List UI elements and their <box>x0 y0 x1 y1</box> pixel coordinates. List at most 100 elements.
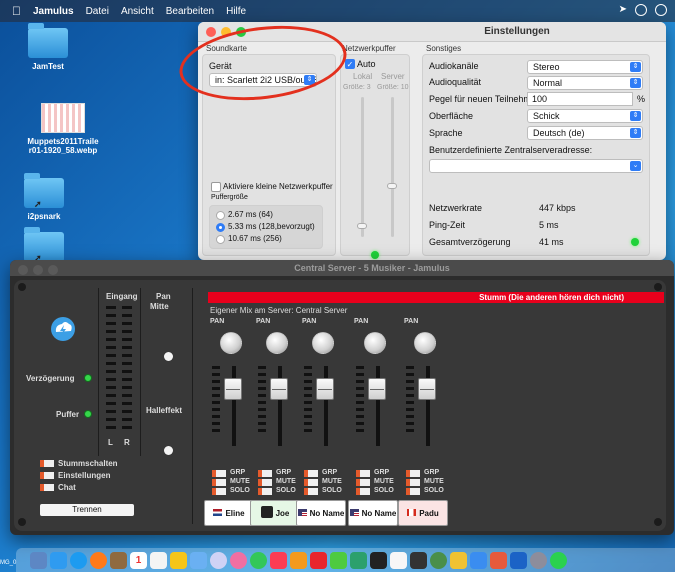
jamulus-titlebar[interactable]: Central Server - 5 Musiker - Jamulus <box>10 260 674 276</box>
sprache-select[interactable]: Deutsch (de) ⇕ <box>527 126 643 140</box>
trennen-button[interactable]: Trennen <box>40 504 134 516</box>
channel-level-meter <box>304 366 312 436</box>
terminal-icon[interactable] <box>370 551 387 569</box>
pen-icon[interactable] <box>330 551 347 569</box>
desktop-image-muppets[interactable]: Muppets2011Traile r01-1920_58.webp <box>13 103 113 155</box>
server-size-label: Größe: 10 <box>377 84 409 91</box>
netzwerkrate-label: Netzwerkrate <box>429 203 483 213</box>
server-slider-track[interactable] <box>391 97 394 237</box>
mute-label: MUTE <box>276 478 296 485</box>
netzwerkrate-value: 447 kbps <box>539 203 576 213</box>
channel-fader-thumb[interactable] <box>270 378 288 400</box>
folder-icon <box>28 23 68 58</box>
buffer-radio-group: 2.67 ms (64) 5.33 ms (128,bevorzugt) 10.… <box>209 205 323 249</box>
verzoegerung-led <box>84 374 92 382</box>
channel-fader-thumb[interactable] <box>368 378 386 400</box>
apple-menu-icon[interactable]:  <box>12 4 21 18</box>
channel-pan-knob[interactable] <box>414 332 436 354</box>
channel-pan-knob[interactable] <box>364 332 386 354</box>
clapper-icon[interactable] <box>450 551 467 569</box>
grp-label: GRP <box>276 469 292 476</box>
channel-fader-thumb[interactable] <box>418 378 436 400</box>
auto-checkbox[interactable]: ✓ <box>345 59 355 69</box>
channel-fader-thumb[interactable] <box>316 378 334 400</box>
lokal-slider-track[interactable] <box>361 97 364 237</box>
audiokanaele-select[interactable]: Stereo ⇕ <box>527 60 643 74</box>
wp-icon[interactable] <box>530 551 547 569</box>
photos-icon[interactable] <box>230 551 247 569</box>
appstore-icon[interactable] <box>470 551 487 569</box>
status-circle-icon[interactable] <box>635 4 647 16</box>
reminders-icon[interactable] <box>150 551 167 569</box>
lokal-slider-thumb[interactable] <box>357 223 367 229</box>
desktop-folder-i2psnark[interactable]: ➚ i2psnark <box>0 173 94 221</box>
desktop-item-label: i2psnark <box>27 212 61 221</box>
stickies-icon[interactable] <box>170 551 187 569</box>
buffer-128-radio[interactable] <box>216 223 225 232</box>
folder-alias-icon: ➚ <box>24 227 64 263</box>
calculator-icon[interactable] <box>410 551 427 569</box>
notes-icon[interactable] <box>110 551 127 569</box>
input-pan-slider[interactable] <box>164 352 173 361</box>
image-thumbnail-icon <box>41 103 85 133</box>
group-netzwerkpuffer-label: Netzwerkpuffer <box>342 44 396 53</box>
channel-strip: PAN GRP MUTE SOLO No Name <box>296 318 362 526</box>
solo-label: SOLO <box>322 487 342 494</box>
menu-app-name[interactable]: Jamulus <box>33 6 74 17</box>
channel-pan-label: PAN <box>210 318 225 325</box>
small-buffer-checkbox[interactable] <box>211 182 221 192</box>
zentralserver-select[interactable]: ⌄ <box>429 159 643 173</box>
firefox-icon[interactable] <box>90 551 107 569</box>
channel-level-meter <box>356 366 364 436</box>
channel-fader-thumb[interactable] <box>224 378 242 400</box>
textedit-icon[interactable] <box>390 551 407 569</box>
channel-pan-knob[interactable] <box>266 332 288 354</box>
mute-label: MUTE <box>374 478 394 485</box>
channel-solo-button[interactable]: SOLO <box>406 487 466 496</box>
mail-icon[interactable] <box>50 551 67 569</box>
finder-icon[interactable] <box>30 551 47 569</box>
calendar-icon[interactable]: 1 <box>130 551 147 569</box>
server-slider-thumb[interactable] <box>387 183 397 189</box>
status-ring-icon[interactable] <box>655 4 667 16</box>
oberflaeche-select[interactable]: Schick ⇕ <box>527 109 643 123</box>
menu-datei[interactable]: Datei <box>86 6 109 17</box>
bluetooth-icon[interactable] <box>210 551 227 569</box>
whatsapp-icon[interactable] <box>550 551 567 569</box>
garageband-icon[interactable] <box>290 551 307 569</box>
channel-name: No Name <box>309 508 345 518</box>
messages-icon[interactable] <box>250 551 267 569</box>
menu-ansicht[interactable]: Ansicht <box>121 6 154 17</box>
buffer-256-radio[interactable] <box>216 235 225 244</box>
divider <box>98 288 99 456</box>
channel-mute-button[interactable]: MUTE <box>406 478 466 487</box>
jamulus-dock-icon[interactable] <box>430 551 447 569</box>
photo-icon[interactable] <box>190 551 207 569</box>
grp-label: GRP <box>374 469 390 476</box>
channel-name-tag: Padu <box>398 500 448 526</box>
chevron-down-icon: ⌄ <box>630 161 641 171</box>
vector-icon[interactable] <box>510 551 527 569</box>
folder-alias-icon: ➚ <box>24 173 64 209</box>
channel-pan-label: PAN <box>404 318 419 325</box>
channel-pan-knob[interactable] <box>312 332 334 354</box>
channel-pan-knob[interactable] <box>220 332 242 354</box>
keynote-icon[interactable] <box>490 551 507 569</box>
audioqualitaet-select[interactable]: Normal ⇕ <box>527 76 643 90</box>
pegel-input[interactable]: 100 <box>527 92 633 106</box>
menu-hilfe[interactable]: Hilfe <box>226 6 246 17</box>
pdf-icon[interactable] <box>310 551 327 569</box>
oberflaeche-value: Schick <box>533 111 560 121</box>
stumm-banner: Stumm (Die anderen hören dich nicht) <box>208 292 664 303</box>
buffer-64-radio[interactable] <box>216 211 225 220</box>
flag-icon <box>349 508 359 518</box>
channel-grp-button[interactable]: GRP <box>406 469 466 478</box>
desktop-folder-jamtest[interactable]: JamTest <box>0 23 98 71</box>
spreadsheet-icon[interactable] <box>350 551 367 569</box>
music-icon[interactable] <box>270 551 287 569</box>
menu-bearbeiten[interactable]: Bearbeiten <box>166 6 214 17</box>
flag-icon <box>213 508 223 518</box>
reverb-slider[interactable] <box>164 446 173 455</box>
safari-icon[interactable] <box>70 551 87 569</box>
location-arrow-icon[interactable]: ➤ <box>619 4 627 16</box>
